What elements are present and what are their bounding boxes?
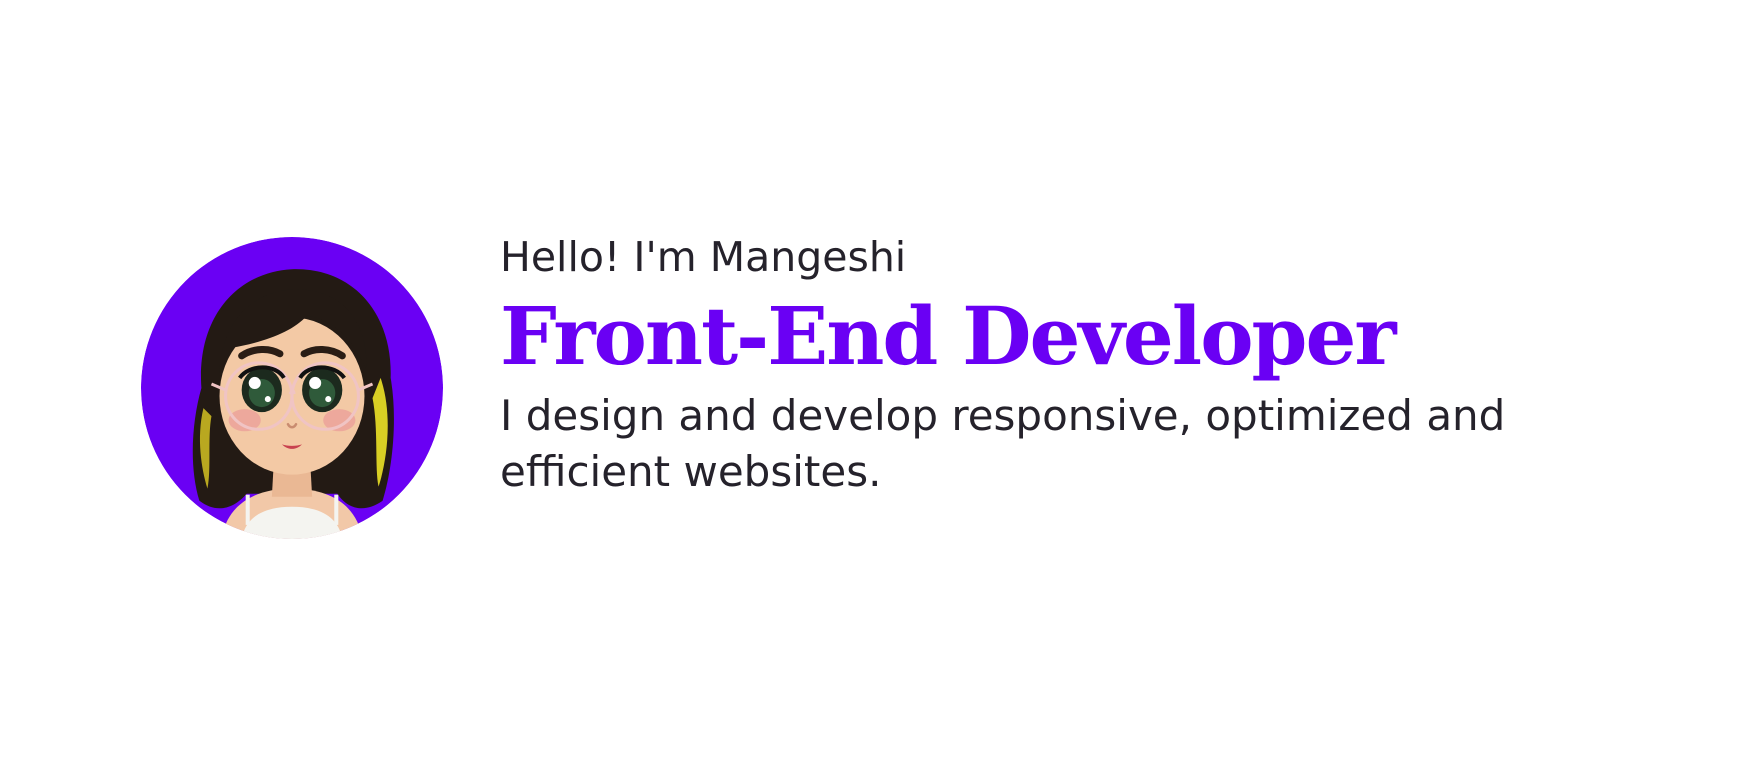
- tagline-text: I design and develop responsive, optimiz…: [500, 391, 1506, 496]
- greeting-text: Hello! I'm Mangeshi: [500, 233, 907, 281]
- hero-text: Hello! I'm Mangeshi Front-End Developer …: [500, 228, 1620, 500]
- page-title: Front-End Developer: [500, 289, 1397, 383]
- cartoon-girl-avatar-icon: [141, 237, 443, 539]
- avatar: [141, 237, 443, 539]
- hero-section: Hello! I'm Mangeshi Front-End Developer …: [0, 0, 1763, 783]
